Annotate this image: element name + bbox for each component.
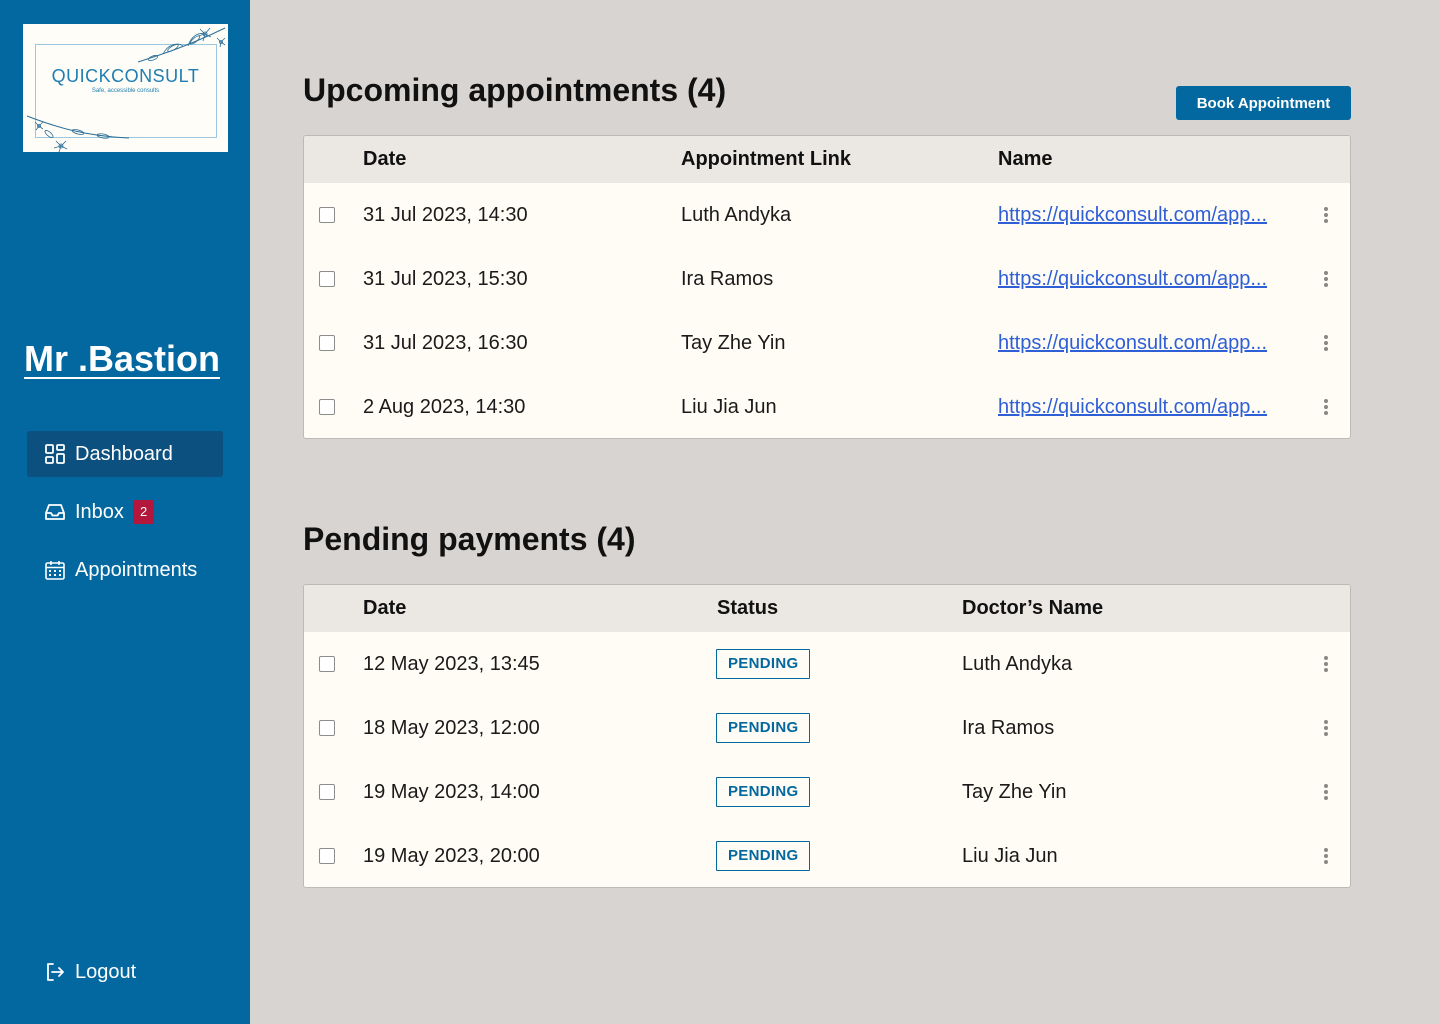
- status-badge: PENDING: [716, 649, 811, 679]
- sidebar: QUICKCONSULT Safe, accessible consults M…: [0, 0, 250, 1024]
- row-more-options-icon[interactable]: [1321, 782, 1331, 802]
- table-header: Date Appointment Link Name: [304, 136, 1350, 183]
- appointment-link[interactable]: https://quickconsult.com/app...: [998, 247, 1267, 311]
- book-appointment-button[interactable]: Book Appointment: [1176, 86, 1351, 120]
- sidebar-item-label: Dashboard: [75, 442, 173, 465]
- user-name[interactable]: Mr .Bastion: [24, 338, 220, 380]
- appointment-link[interactable]: https://quickconsult.com/app...: [998, 375, 1267, 438]
- appointment-person: Tay Zhe Yin: [681, 332, 786, 354]
- floral-decoration-bottom-icon: [26, 115, 130, 152]
- logo-tagline: Safe, accessible consults: [91, 88, 160, 94]
- status-badge: PENDING: [716, 713, 811, 743]
- table-row: 31 Jul 2023, 16:30 Tay Zhe Yin https://q…: [304, 311, 1350, 375]
- table-row: 2 Aug 2023, 14:30 Liu Jia Jun https://qu…: [304, 375, 1350, 438]
- doctor-name: Luth Andyka: [962, 653, 1073, 675]
- inbox-count-badge: 2: [132, 500, 155, 524]
- payment-date: 12 May 2023, 13:45: [363, 653, 540, 675]
- payment-date: 18 May 2023, 12:00: [363, 717, 540, 739]
- appointment-date: 31 Jul 2023, 15:30: [363, 268, 528, 290]
- row-more-options-icon[interactable]: [1321, 718, 1331, 738]
- logo-brand-text: QUICKCONSULT: [51, 66, 200, 86]
- status-badge: PENDING: [716, 777, 811, 807]
- status-badge: PENDING: [716, 841, 811, 871]
- sidebar-item-label: Appointments: [75, 558, 198, 581]
- payment-date: 19 May 2023, 14:00: [363, 781, 540, 803]
- row-checkbox[interactable]: [319, 335, 335, 351]
- table-row: 31 Jul 2023, 14:30 Luth Andyka https://q…: [304, 183, 1350, 247]
- row-more-options-icon[interactable]: [1321, 846, 1331, 866]
- sidebar-item-inbox[interactable]: Inbox 2: [27, 489, 223, 535]
- quickconsult-logo[interactable]: QUICKCONSULT Safe, accessible consults: [23, 24, 228, 152]
- row-checkbox[interactable]: [319, 720, 335, 736]
- dashboard-icon: [44, 443, 66, 465]
- logout-button[interactable]: Logout: [27, 949, 223, 995]
- table-row: 12 May 2023, 13:45 PENDING Luth Andyka: [304, 632, 1350, 696]
- appointment-person: Liu Jia Jun: [681, 396, 777, 418]
- sidebar-item-appointments[interactable]: Appointments: [27, 547, 223, 593]
- row-more-options-icon[interactable]: [1321, 654, 1331, 674]
- logout-label: Logout: [75, 960, 137, 983]
- upcoming-appointments-table: Date Appointment Link Name 31 Jul 2023, …: [303, 135, 1351, 439]
- floral-decoration-top-icon: [137, 27, 226, 63]
- logout-icon: [44, 961, 66, 983]
- row-more-options-icon[interactable]: [1321, 269, 1331, 289]
- appointment-person: Ira Ramos: [681, 268, 774, 290]
- table-row: 19 May 2023, 14:00 PENDING Tay Zhe Yin: [304, 760, 1350, 824]
- column-header-appointment-link[interactable]: Appointment Link: [681, 136, 851, 183]
- row-checkbox[interactable]: [319, 399, 335, 415]
- table-row: 31 Jul 2023, 15:30 Ira Ramos https://qui…: [304, 247, 1350, 311]
- appointment-date: 31 Jul 2023, 16:30: [363, 332, 528, 354]
- calendar-icon: [44, 559, 66, 581]
- payment-date: 19 May 2023, 20:00: [363, 845, 540, 867]
- pending-payments-title: Pending payments (4): [303, 521, 636, 557]
- pending-payments-table: Date Status Doctor’s Name 12 May 2023, 1…: [303, 584, 1351, 888]
- sidebar-item-dashboard[interactable]: Dashboard: [27, 431, 223, 477]
- column-header-date[interactable]: Date: [363, 136, 406, 183]
- appointment-person: Luth Andyka: [681, 204, 792, 226]
- doctor-name: Liu Jia Jun: [962, 845, 1058, 867]
- upcoming-appointments-title: Upcoming appointments (4): [303, 72, 727, 108]
- row-checkbox[interactable]: [319, 848, 335, 864]
- table-header: Date Status Doctor’s Name: [304, 585, 1350, 632]
- doctor-name: Ira Ramos: [962, 717, 1055, 739]
- row-more-options-icon[interactable]: [1321, 205, 1331, 225]
- appointment-link[interactable]: https://quickconsult.com/app...: [998, 311, 1267, 375]
- column-header-date[interactable]: Date: [363, 585, 406, 632]
- row-checkbox[interactable]: [319, 784, 335, 800]
- column-header-name[interactable]: Name: [998, 136, 1052, 183]
- inbox-icon: [44, 501, 66, 523]
- appointment-date: 31 Jul 2023, 14:30: [363, 204, 528, 226]
- column-header-doctor-name[interactable]: Doctor’s Name: [962, 585, 1103, 632]
- row-checkbox[interactable]: [319, 271, 335, 287]
- table-row: 19 May 2023, 20:00 PENDING Liu Jia Jun: [304, 824, 1350, 887]
- column-header-status[interactable]: Status: [717, 585, 778, 632]
- row-checkbox[interactable]: [319, 656, 335, 672]
- appointment-link[interactable]: https://quickconsult.com/app...: [998, 183, 1267, 247]
- row-more-options-icon[interactable]: [1321, 397, 1331, 417]
- row-more-options-icon[interactable]: [1321, 333, 1331, 353]
- table-row: 18 May 2023, 12:00 PENDING Ira Ramos: [304, 696, 1350, 760]
- doctor-name: Tay Zhe Yin: [962, 781, 1067, 803]
- sidebar-item-label: Inbox: [75, 500, 124, 523]
- row-checkbox[interactable]: [319, 207, 335, 223]
- appointment-date: 2 Aug 2023, 14:30: [363, 396, 526, 418]
